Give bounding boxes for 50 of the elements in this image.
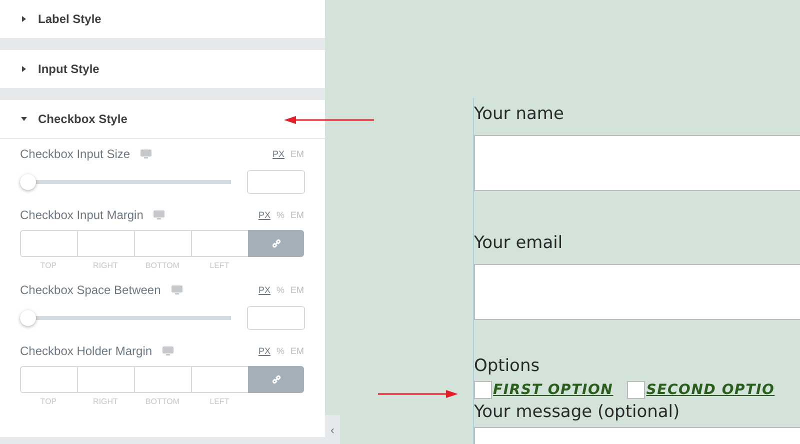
dimension-input[interactable] — [191, 230, 248, 257]
caret-icon — [20, 15, 28, 23]
text-input[interactable] — [474, 135, 800, 191]
number-input[interactable] — [247, 306, 305, 330]
side-label: LEFT — [208, 261, 230, 270]
field-label: Your message (optional) — [474, 401, 681, 424]
field-label: Your name — [474, 103, 565, 126]
desktop-icon[interactable] — [140, 149, 152, 159]
checkbox[interactable] — [627, 381, 646, 399]
side-label: TOP — [39, 397, 58, 406]
slider-thumb[interactable] — [20, 310, 36, 326]
desktop-icon[interactable] — [153, 210, 166, 220]
field-label: Options — [474, 356, 541, 378]
dimension-input[interactable] — [134, 366, 191, 393]
control-label: Checkbox Input Margin — [20, 208, 144, 222]
text-input[interactable] — [474, 264, 800, 320]
caret-icon — [20, 115, 28, 123]
control-label: Checkbox Holder Margin — [20, 344, 152, 358]
desktop-icon[interactable] — [170, 285, 183, 295]
side-label: RIGHT — [92, 261, 119, 270]
side-label: RIGHT — [92, 397, 119, 406]
side-label: TOP — [39, 261, 58, 270]
dimension-input[interactable] — [77, 230, 134, 257]
checkbox-label[interactable]: SECOND OPTIO — [646, 382, 775, 398]
link-icon — [270, 374, 282, 385]
dimension-input[interactable] — [191, 366, 248, 393]
control-label: Checkbox Input Size — [20, 147, 130, 161]
desktop-icon[interactable] — [162, 346, 174, 356]
control-label: Checkbox Space Between — [20, 283, 161, 297]
field-label: Your email — [474, 232, 564, 255]
link-icon — [270, 238, 282, 249]
dimension-input[interactable] — [134, 230, 191, 257]
caret-icon — [20, 65, 28, 73]
side-label: BOTTOM — [144, 397, 181, 406]
side-label: BOTTOM — [144, 261, 181, 270]
side-label: LEFT — [208, 397, 230, 406]
unit-option[interactable]: PX — [258, 210, 270, 220]
link-button[interactable] — [248, 366, 304, 393]
checkbox-label[interactable]: FIRST OPTION — [493, 382, 614, 398]
unit-option[interactable]: PX — [272, 149, 284, 159]
checkbox[interactable] — [474, 381, 492, 399]
unit-option[interactable]: PX — [258, 346, 270, 356]
number-input[interactable] — [247, 170, 305, 194]
dimension-input[interactable] — [20, 230, 77, 257]
dimension-input[interactable] — [20, 366, 77, 393]
slider-thumb[interactable] — [20, 174, 36, 190]
dimension-input[interactable] — [77, 366, 134, 393]
collapse-panel-button[interactable]: ‹ — [325, 415, 340, 444]
unit-option[interactable]: PX — [258, 285, 270, 295]
link-button[interactable] — [248, 230, 304, 257]
